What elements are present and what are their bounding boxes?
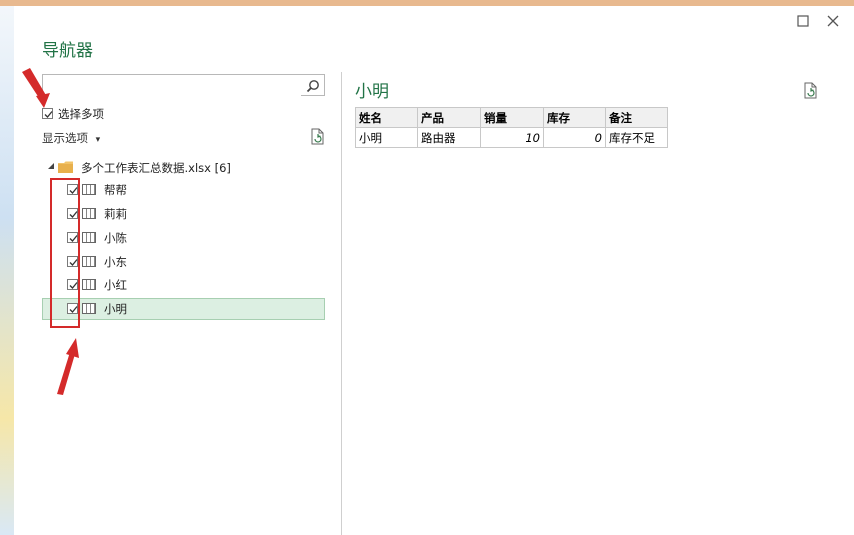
close-icon[interactable] xyxy=(823,14,843,34)
display-options-dropdown[interactable]: 显示选项 ▾ xyxy=(42,130,100,146)
column-header[interactable]: 库存 xyxy=(543,107,606,128)
tree-root-label[interactable]: 多个工作表汇总数据.xlsx [6] xyxy=(81,160,231,176)
search-icon[interactable] xyxy=(306,78,320,93)
refresh-icon[interactable] xyxy=(310,128,326,150)
select-multiple-checkbox[interactable] xyxy=(42,108,53,119)
annotation-highlight-box xyxy=(50,178,80,328)
folder-icon xyxy=(58,159,74,178)
table-icon xyxy=(82,256,96,267)
tree-item-label: 小陈 xyxy=(104,231,127,245)
select-multiple-label[interactable]: 选择多项 xyxy=(58,106,104,122)
table-row: 小明 路由器 10 0 库存不足 xyxy=(355,127,668,148)
column-header[interactable]: 备注 xyxy=(605,107,668,128)
column-header[interactable]: 产品 xyxy=(417,107,481,128)
preview-title: 小明 xyxy=(355,82,389,102)
table-cell: 10 xyxy=(480,127,544,148)
display-options-label: 显示选项 xyxy=(42,131,88,145)
column-header[interactable]: 姓名 xyxy=(355,107,418,128)
collapse-triangle-icon[interactable] xyxy=(48,163,54,169)
table-cell: 小明 xyxy=(355,127,418,148)
tree-item-label: 小明 xyxy=(104,302,127,316)
column-header[interactable]: 销量 xyxy=(480,107,544,128)
tree-item-xiaoming[interactable]: 小明 xyxy=(42,298,325,320)
tree-item-label: 小东 xyxy=(104,255,127,269)
table-cell: 0 xyxy=(543,127,606,148)
navigator-window: 导航器 选择多项 显示选项 ▾ 多个工作表汇总数据.xlsx [6] 帮帮 莉莉 xyxy=(14,6,854,535)
tree-item-bangbang[interactable]: 帮帮 xyxy=(42,179,325,201)
tree-item-label: 小红 xyxy=(104,278,127,292)
table-icon xyxy=(82,279,96,290)
tree-item-xiaohong[interactable]: 小红 xyxy=(42,274,325,296)
window-title: 导航器 xyxy=(42,41,93,61)
search-input[interactable] xyxy=(42,74,325,97)
preview-table: 姓名 产品 销量 库存 备注 小明 路由器 10 0 库存不足 xyxy=(355,107,668,148)
tree-item-xiaochen[interactable]: 小陈 xyxy=(42,227,325,249)
tree-item-xiaodong[interactable]: 小东 xyxy=(42,251,325,273)
panel-divider xyxy=(341,72,342,535)
table-icon xyxy=(82,184,96,195)
tree-item-lili[interactable]: 莉莉 xyxy=(42,203,325,225)
tree-item-label: 帮帮 xyxy=(104,183,127,197)
tree-item-label: 莉莉 xyxy=(104,207,127,221)
preview-refresh-icon[interactable] xyxy=(803,82,819,104)
table-icon xyxy=(82,232,96,243)
background-decoration xyxy=(0,6,14,535)
table-cell: 路由器 xyxy=(417,127,481,148)
search-field[interactable] xyxy=(47,77,301,97)
table-icon xyxy=(82,303,96,314)
table-header-row: 姓名 产品 销量 库存 备注 xyxy=(355,107,668,128)
table-cell: 库存不足 xyxy=(605,127,668,148)
maximize-icon[interactable] xyxy=(793,14,813,34)
chevron-down-icon: ▾ xyxy=(95,135,101,145)
table-icon xyxy=(82,208,96,219)
